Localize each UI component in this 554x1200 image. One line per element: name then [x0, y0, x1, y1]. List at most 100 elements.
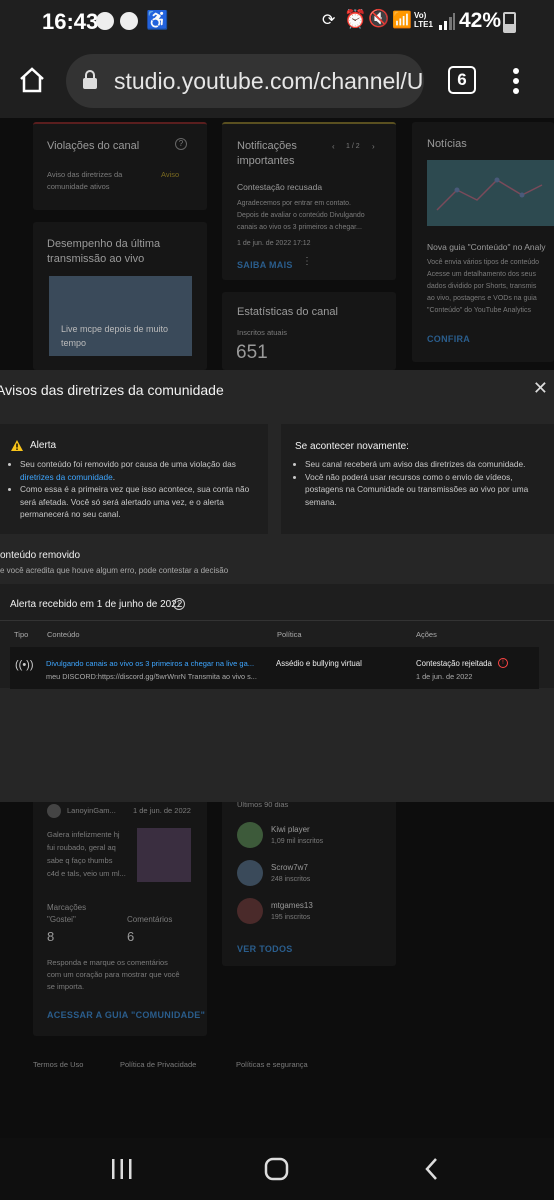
live-performance-card: Desempenho da última transmissão ao vivo… [33, 222, 207, 370]
chevron-right-icon[interactable]: › [372, 142, 375, 151]
subscribers-label: Inscritos atuais [237, 328, 288, 337]
whatsapp-icon [120, 12, 138, 30]
alarm-icon: ⏰ [344, 9, 367, 29]
dialog-title: Avisos das diretrizes da comunidade [0, 382, 224, 398]
subscriber-avatar[interactable] [237, 822, 263, 848]
live-broadcast-icon: ((•)) [15, 659, 34, 671]
community-tab-link[interactable]: ACESSAR A GUIA "COMUNIDADE" [47, 1010, 205, 1020]
live-title-2: transmissão ao vivo [47, 253, 145, 265]
live-thumbnail-text-1: Live mcpe depois de muito [61, 324, 169, 334]
recent-apps-icon[interactable] [110, 1158, 134, 1185]
video-description: meu DISCORD:https://discord.gg/5wrWnrN T… [46, 672, 257, 681]
comments-label: Comentários [127, 915, 173, 924]
clock: 16:43 [42, 9, 99, 34]
col-header-actions: Ações [416, 630, 437, 639]
likes-label-1: Marcações [47, 903, 87, 912]
network-label: Vo) LTE1 [414, 11, 433, 29]
hint-text-2: com um coração para mostrar que você [47, 970, 180, 979]
post-text-4: c4d e tals, veio um ml... [47, 869, 126, 878]
learn-more-link[interactable]: SAIBA MAIS [237, 260, 293, 270]
sync-icon: ⟳ [322, 12, 336, 29]
news-text-3: dados dividido por Shorts, transmis [427, 283, 537, 290]
warning-icon [10, 439, 24, 457]
alert-bullet-1: Seu conteúdo foi removido por causa de u… [20, 458, 270, 483]
recurrence-text-3: semana. [305, 496, 337, 507]
recurrence-bullet-2: Você não poderá usar recursos como o env… [305, 471, 554, 509]
subscriber-name[interactable]: mtgames13 [271, 901, 313, 910]
home-button-icon[interactable] [264, 1157, 290, 1186]
notification-text-3: canais ao vivo os 3 primeiros a chegar..… [237, 224, 362, 231]
violations-line2: comunidade ativos [47, 182, 110, 191]
removed-content-subtitle: e você acredita que houve algum erro, po… [0, 566, 229, 575]
help-icon[interactable]: ? [175, 138, 187, 150]
alert-text-4: permanecerá no seu canal. [20, 509, 121, 519]
notifications-title-2: importantes [237, 155, 295, 167]
avatar [47, 804, 61, 818]
more-vert-icon[interactable]: ⋮ [302, 256, 312, 267]
tab-switcher-button[interactable]: 6 [448, 66, 476, 94]
video-title-link[interactable]: Divulgando canais ao vivo os 3 primeiros… [46, 659, 254, 668]
signal-icon [438, 11, 456, 31]
recurrence-panel: Se acontecer novamente: Seu canal recebe… [281, 424, 554, 534]
see-all-link[interactable]: VER TODOS [237, 944, 293, 954]
back-icon[interactable] [424, 1157, 440, 1186]
comments-count: 6 [127, 929, 135, 944]
news-text-4: ao vivo, postagens e VODs na guia [427, 295, 537, 302]
privacy-link[interactable]: Política de Privacidade [120, 1060, 196, 1069]
check-it-link[interactable]: CONFIRA [427, 334, 470, 344]
warning-badge: Aviso [161, 170, 180, 179]
news-headline: Nova guia "Conteúdo" no Analy [427, 242, 546, 252]
notifications-pager: 1 / 2 [346, 143, 360, 150]
alert-text-1: Seu conteúdo foi removido por causa de u… [20, 459, 236, 469]
post-text-2: fui roubado, geral aq [47, 843, 116, 852]
post-text-1: Galera infelizmente hj [47, 830, 120, 839]
col-header-content: Conteúdo [47, 630, 80, 639]
alert-bullet-2: Como essa é a primeira vez que isso acon… [20, 483, 270, 521]
strikes-dialog: Avisos das diretrizes da comunidade ✕ Al… [0, 370, 554, 802]
notifications-card: Notificações importantes ‹ 1 / 2 › Conte… [222, 122, 396, 280]
live-thumbnail-text-2: tempo [61, 338, 87, 348]
violations-card: Violações do canal ? Aviso das diretrize… [33, 122, 207, 210]
subscriber-avatar[interactable] [237, 898, 263, 924]
error-icon: ! [498, 658, 508, 668]
post-image [137, 828, 191, 882]
home-icon[interactable] [18, 66, 46, 99]
alert-panel: Alerta Seu conteúdo foi removido por cau… [0, 424, 268, 534]
live-thumbnail[interactable]: Live mcpe depois de muito tempo [49, 276, 192, 356]
policies-link[interactable]: Políticas e segurança [236, 1060, 308, 1069]
subscriber-name[interactable]: Kiwi player [271, 825, 310, 834]
stats-title: Estatísticas do canal [237, 306, 338, 318]
recurrence-bullet-1: Seu canal receberá um aviso das diretriz… [305, 458, 554, 471]
violations-title: Violações do canal [47, 140, 140, 152]
guidelines-link[interactable]: diretrizes da comunidade [20, 472, 113, 482]
url-text: studio.youtube.com/channel/UC [114, 68, 424, 94]
more-menu-icon[interactable] [512, 68, 520, 99]
post-date: 1 de jun. de 2022 [133, 806, 191, 815]
subscribers-count: 651 [236, 342, 268, 363]
post-text-3: sabe q faço thumbs [47, 856, 113, 865]
alert-text-2: Como essa é a primeira vez que isso acon… [20, 484, 250, 494]
info-icon[interactable]: i [173, 598, 185, 610]
subscriber-avatar[interactable] [237, 860, 263, 886]
close-icon[interactable]: ✕ [533, 378, 548, 399]
table-row[interactable]: ((•)) Divulgando canais ao vivo os 3 pri… [10, 647, 539, 689]
violations-line1: Aviso das diretrizes da [47, 170, 123, 179]
mute-icon: 🔇 [368, 9, 390, 28]
notification-date: 1 de jun. de 2022 17:12 [237, 240, 311, 247]
subscriber-count: 248 inscritos [271, 876, 311, 883]
policy-name: Assédio e bullying virtual [276, 659, 362, 668]
subscriber-name[interactable]: Scrow7w7 [271, 863, 308, 872]
recurrence-text-1: Você não poderá usar recursos como o env… [305, 471, 513, 482]
chevron-left-icon[interactable]: ‹ [332, 142, 335, 151]
post-author: LanoyinGam... [67, 806, 116, 815]
community-card: LanoyinGam... 1 de jun. de 2022 Galera i… [33, 798, 207, 1036]
live-title-1: Desempenho da última [47, 238, 161, 250]
news-title: Notícias [427, 138, 467, 150]
browser-toolbar: studio.youtube.com/channel/UC 6 [0, 44, 554, 118]
battery-percent: 42% [459, 9, 502, 32]
terms-link[interactable]: Termos de Uso [33, 1060, 83, 1069]
removed-content-title: onteúdo removido [0, 550, 81, 561]
address-bar[interactable]: studio.youtube.com/channel/UC [66, 54, 424, 108]
subscriber-count: 195 inscritos [271, 914, 311, 921]
alert-title: Alerta [30, 440, 57, 451]
